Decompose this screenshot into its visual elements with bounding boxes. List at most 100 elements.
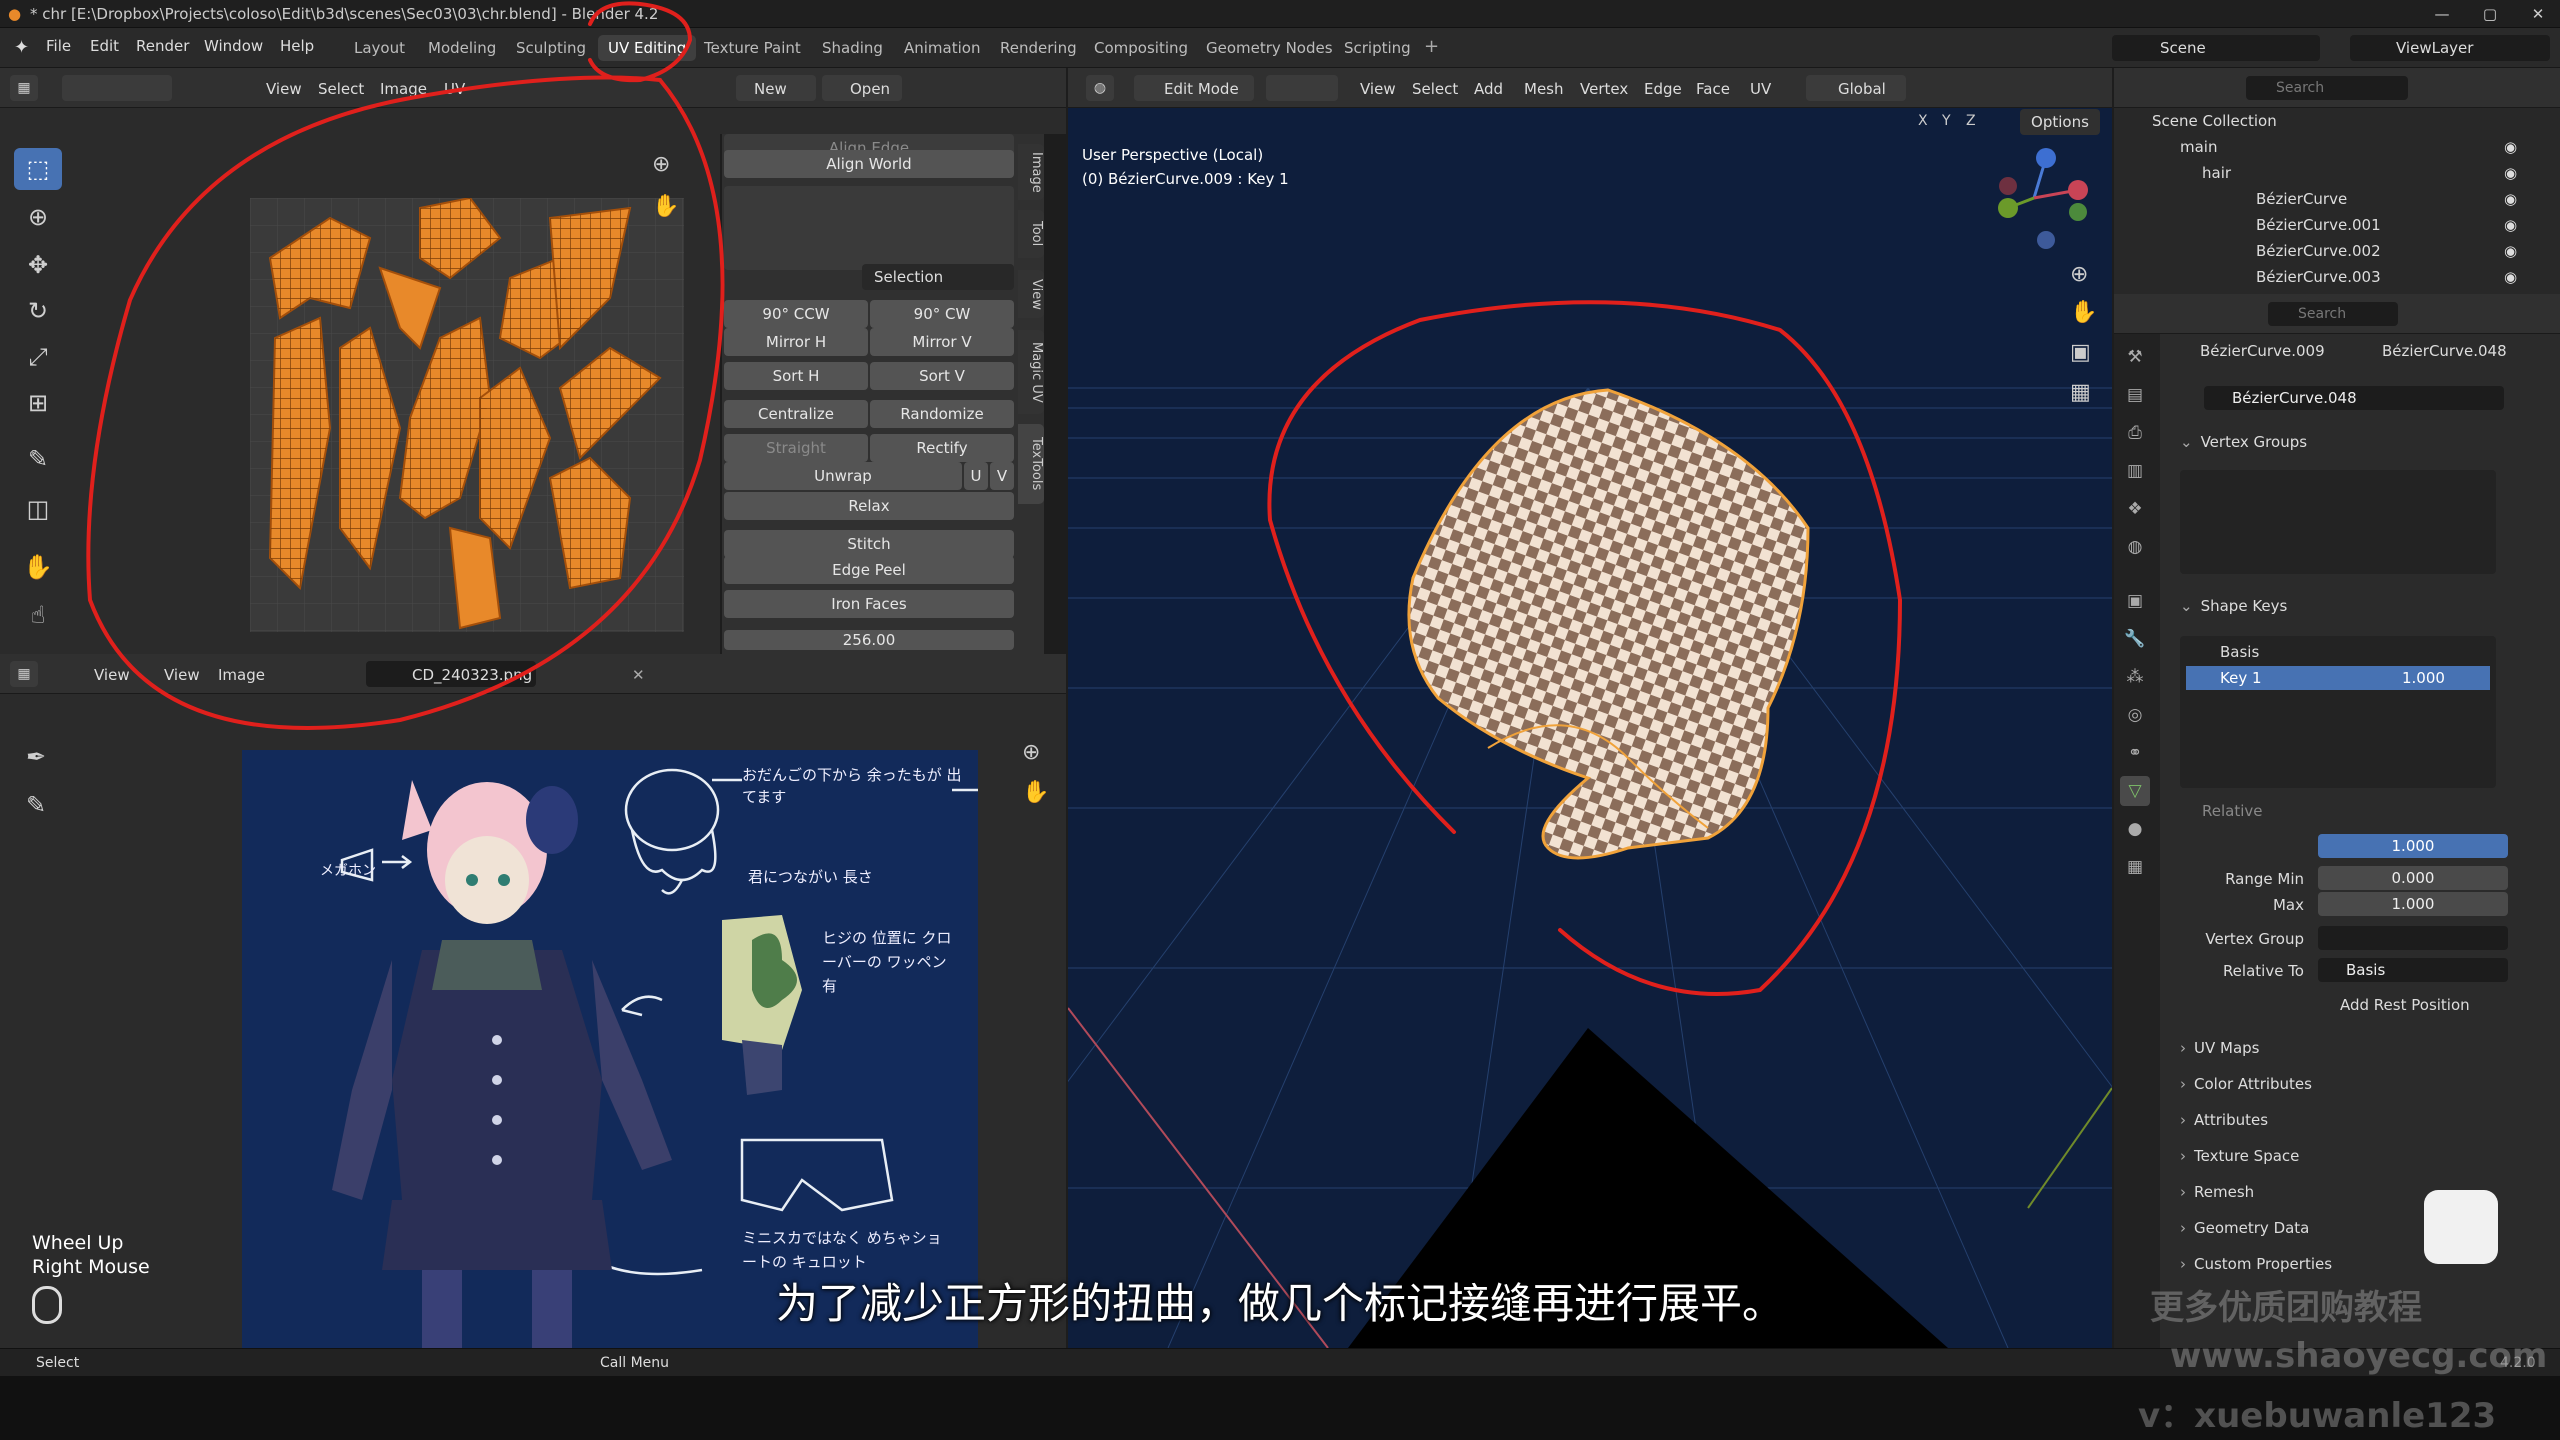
stitch-button[interactable]: Stitch	[724, 530, 1014, 558]
vp-menu-add[interactable]: Add	[1474, 80, 1503, 98]
data-name-field[interactable]: BézierCurve.048	[2204, 386, 2504, 410]
scene-tab-icon[interactable]: ❖	[2120, 494, 2150, 524]
relative-to-field[interactable]: Basis	[2318, 958, 2508, 982]
img-menu-view[interactable]: View	[164, 666, 200, 684]
annotate-tool-icon[interactable]: ✎	[14, 438, 62, 480]
menu-render[interactable]: Render	[136, 37, 189, 55]
output-tab-icon[interactable]: ⎙	[2120, 418, 2150, 448]
align-grid[interactable]	[724, 186, 1014, 270]
tab-uv-editing[interactable]: UV Editing	[598, 35, 697, 61]
vp-menu-select[interactable]: Select	[1412, 80, 1458, 98]
camera-view-icon[interactable]: ▣	[2070, 340, 2091, 365]
viewport-zoom-icon[interactable]: ⊕	[2070, 262, 2088, 287]
outliner-scene-collection[interactable]: Scene Collection	[2152, 108, 2277, 134]
range-min-field[interactable]: 0.000	[2318, 866, 2508, 890]
texture-tab-icon[interactable]: ▦	[2120, 852, 2150, 882]
annotate-image-tool-icon[interactable]: ✎	[12, 784, 60, 826]
size-field[interactable]: 256.00	[724, 630, 1014, 650]
add-workspace-icon[interactable]: +	[1424, 36, 1439, 57]
straight-button[interactable]: Straight	[724, 434, 868, 462]
visibility-eye-icon[interactable]: ◉	[2504, 190, 2517, 208]
viewport-pan-icon[interactable]: ✋	[2070, 300, 2097, 325]
randomize-button[interactable]: Randomize	[870, 400, 1014, 428]
section-attributes[interactable]: › Attributes	[2180, 1104, 2540, 1136]
rotate-cw-button[interactable]: 90° CW	[870, 300, 1014, 328]
rectify-button[interactable]: Rectify	[870, 434, 1014, 462]
outliner-collection-main[interactable]: main	[2180, 134, 2217, 160]
material-tab-icon[interactable]: ●	[2120, 814, 2150, 844]
shape-key-basis[interactable]: Basis	[2186, 640, 2490, 664]
value-field[interactable]: 1.000	[2318, 834, 2508, 858]
add-rest-position-checkbox[interactable]: Add Rest Position	[2340, 996, 2470, 1014]
tab-tool[interactable]: Tool	[1018, 210, 1044, 258]
unwrap-button[interactable]: Unwrap	[724, 462, 962, 490]
outliner-item-beziercurve-001[interactable]: BézierCurve.001	[2256, 212, 2381, 238]
uv-menu-view[interactable]: View	[266, 80, 302, 98]
mirror-v-button[interactable]: Mirror V	[870, 328, 1014, 356]
edge-peel-button[interactable]: Edge Peel	[724, 556, 1014, 584]
menu-file[interactable]: File	[46, 37, 71, 55]
unwrap-v-button[interactable]: V	[990, 462, 1014, 490]
transform-tool-icon[interactable]: ⊞	[14, 382, 62, 424]
align-world-button[interactable]: Align World	[724, 150, 1014, 178]
mirror-z-toggle[interactable]: Z	[1966, 113, 1976, 129]
vp-menu-edge[interactable]: Edge	[1644, 80, 1682, 98]
shape-key-key1-value[interactable]: 1.000	[2402, 666, 2462, 690]
vertex-groups-list[interactable]	[2180, 470, 2496, 574]
tab-magic-uv[interactable]: Magic UV	[1018, 330, 1044, 414]
constraints-tab-icon[interactable]: ⚭	[2120, 738, 2150, 768]
outliner-item-beziercurve-002[interactable]: BézierCurve.002	[2256, 238, 2381, 264]
cursor-tool-icon[interactable]: ⊕	[14, 196, 62, 238]
view-layer-tab-icon[interactable]: ▥	[2120, 456, 2150, 486]
viewport-3d[interactable]	[867, 108, 2309, 1349]
vp-menu-vertex[interactable]: Vertex	[1580, 80, 1628, 98]
mirror-h-button[interactable]: Mirror H	[724, 328, 868, 356]
options-dropdown[interactable]: Options	[2020, 109, 2100, 135]
close-button[interactable]: ✕	[2514, 0, 2560, 28]
uv-menu-select[interactable]: Select	[318, 80, 364, 98]
tab-compositing[interactable]: Compositing	[1084, 35, 1198, 61]
tab-scripting[interactable]: Scripting	[1334, 35, 1421, 61]
relax-button[interactable]: Relax	[724, 492, 1014, 520]
maximize-button[interactable]: ▢	[2466, 0, 2514, 28]
tab-geometry-nodes[interactable]: Geometry Nodes	[1196, 35, 1343, 61]
select-mode-buttons[interactable]	[1266, 75, 1338, 101]
section-shape-keys[interactable]: ⌄ Shape Keys	[2180, 590, 2540, 622]
sort-h-button[interactable]: Sort H	[724, 362, 868, 390]
world-tab-icon[interactable]: ◍	[2120, 532, 2150, 562]
tab-rendering[interactable]: Rendering	[990, 35, 1087, 61]
rip-tool-icon[interactable]: ◫	[14, 488, 62, 530]
select-box-tool-icon[interactable]: ⬚	[14, 148, 62, 190]
vp-menu-mesh[interactable]: Mesh	[1524, 80, 1564, 98]
tab-image[interactable]: Image	[1018, 144, 1044, 200]
tab-shading[interactable]: Shading	[812, 35, 893, 61]
relax-tool-icon[interactable]: ☝	[14, 594, 62, 636]
section-vertex-groups[interactable]: ⌄ Vertex Groups	[2180, 426, 2540, 458]
iron-faces-button[interactable]: Iron Faces	[724, 590, 1014, 618]
outliner-item-beziercurve-003[interactable]: BézierCurve.003	[2256, 264, 2381, 290]
particles-tab-icon[interactable]: ⁂	[2120, 662, 2150, 692]
mirror-y-toggle[interactable]: Y	[1942, 113, 1951, 129]
rotate-tool-icon[interactable]: ↻	[14, 290, 62, 332]
menu-window[interactable]: Window	[204, 37, 263, 55]
outliner-search[interactable]: Search	[2246, 76, 2408, 100]
image-pan-icon[interactable]: ✋	[1022, 780, 1049, 805]
tab-animation[interactable]: Animation	[894, 35, 990, 61]
tab-modeling[interactable]: Modeling	[418, 35, 506, 61]
scale-tool-icon[interactable]: ⤢	[14, 336, 62, 378]
data-tab-icon[interactable]: ▽	[2120, 776, 2150, 806]
vp-menu-uv[interactable]: UV	[1750, 80, 1771, 98]
max-field[interactable]: 1.000	[2318, 892, 2508, 916]
zoom-icon[interactable]: ⊕	[652, 152, 670, 177]
menu-edit[interactable]: Edit	[90, 37, 119, 55]
render-tab-icon[interactable]: ▤	[2120, 380, 2150, 410]
uv-menu-uv[interactable]: UV	[444, 80, 465, 98]
tab-layout[interactable]: Layout	[344, 35, 415, 61]
sort-v-button[interactable]: Sort V	[870, 362, 1014, 390]
visibility-eye-icon[interactable]: ◉	[2504, 138, 2517, 156]
selection-dropdown[interactable]: Selection	[862, 264, 1014, 290]
vp-menu-view[interactable]: View	[1360, 80, 1396, 98]
navigation-gizmo[interactable]	[1990, 146, 2090, 256]
uv-sync-toggles[interactable]	[62, 75, 172, 101]
relative-checkbox-label[interactable]: Relative	[2202, 802, 2263, 820]
